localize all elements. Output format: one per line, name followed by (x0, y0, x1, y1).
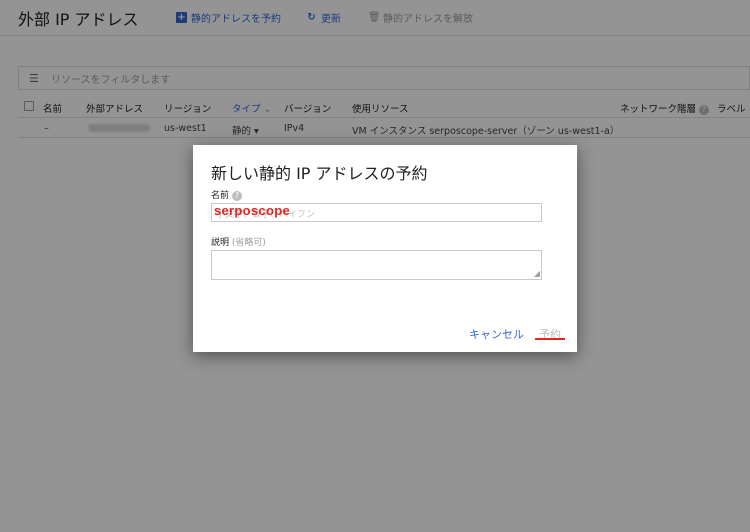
name-input[interactable]: 小文字、数字、ハイフン serposcope (211, 203, 542, 222)
description-label-text: 説明 (211, 238, 230, 248)
name-label-text: 名前 (211, 191, 230, 201)
dialog-title: 新しい静的 IP アドレスの予約 (211, 164, 428, 183)
resize-handle-icon[interactable]: ◢ (534, 270, 540, 278)
description-optional-text: (省略可) (231, 238, 266, 248)
description-field-label: 説明 (省略可) (211, 235, 266, 248)
annotation-underline (535, 338, 565, 340)
help-icon[interactable]: ? (232, 190, 243, 201)
name-input-value: serposcope (214, 203, 290, 218)
description-textarea[interactable]: ◢ (211, 250, 542, 280)
reserve-ip-dialog: 新しい静的 IP アドレスの予約 名前? 小文字、数字、ハイフン serposc… (193, 145, 577, 352)
cancel-button[interactable]: キャンセル (469, 326, 524, 342)
name-field-label: 名前? (211, 188, 243, 201)
